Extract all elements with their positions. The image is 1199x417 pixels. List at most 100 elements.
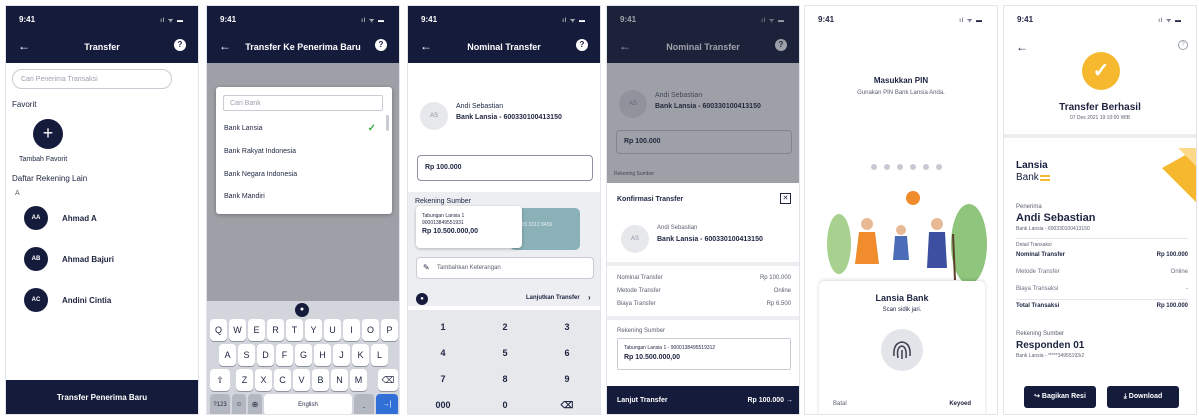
divider	[607, 262, 799, 266]
key-p[interactable]: P	[381, 319, 398, 341]
key-q[interactable]: Q	[210, 319, 227, 341]
numpad-key[interactable]: 0	[476, 392, 534, 414]
key-k[interactable]: K	[352, 344, 369, 366]
contact-item[interactable]: AA Ahmad A	[6, 202, 198, 232]
numpad-key[interactable]: 2	[476, 314, 534, 340]
key-m[interactable]: M	[350, 369, 367, 391]
screen-confirm-transfer: 9:41 ıl ᯤ ▬ ← Nominal Transfer ? AS Andi…	[606, 5, 800, 415]
source-account-card[interactable]: Tabungan Lansia 1 900013849551931 Rp 10.…	[416, 206, 522, 248]
search-placeholder: Cari Penerima Transaksi	[21, 76, 98, 83]
key-space[interactable]: English	[264, 394, 352, 414]
key-z[interactable]: Z	[236, 369, 253, 391]
bank-search-input[interactable]: Cari Bank	[223, 95, 383, 111]
emoji-icon[interactable]: ☺	[232, 394, 246, 414]
pin-dot	[884, 164, 890, 170]
key-a[interactable]: A	[219, 344, 236, 366]
bank-option[interactable]: Bank Negara Indonesia	[216, 165, 382, 187]
person-head	[896, 225, 906, 235]
download-button[interactable]: ⤓ Download	[1107, 386, 1179, 408]
continue-transfer-button[interactable]: Lanjut Transfer Rp 100.000 →	[607, 386, 799, 414]
key-numbers[interactable]: ?123	[210, 394, 230, 414]
numpad-key[interactable]: 1	[414, 314, 472, 340]
key-enter[interactable]: →|	[376, 394, 398, 414]
key-g[interactable]: G	[295, 344, 312, 366]
fingerprint-icon[interactable]	[881, 329, 923, 371]
key-d[interactable]: D	[257, 344, 274, 366]
status-time: 9:41	[421, 15, 438, 24]
fingerprint-sheet: Lansia Bank Scan sidik jari. Batal Keyoe…	[819, 281, 985, 414]
globe-icon[interactable]: ⊕	[248, 394, 262, 414]
key-l[interactable]: L	[371, 344, 388, 366]
share-receipt-button[interactable]: ↪ Bagikan Resi	[1024, 386, 1096, 408]
add-favorite-button[interactable]: +	[33, 119, 63, 149]
numpad-key[interactable]: 3	[538, 314, 596, 340]
key-t[interactable]: T	[286, 319, 303, 341]
amount-value: Rp 100.000	[425, 164, 462, 171]
contact-item[interactable]: AB Ahmad Bajuri	[6, 243, 198, 273]
numpad-key[interactable]: 7	[414, 366, 472, 392]
key-y[interactable]: Y	[305, 319, 322, 341]
key-h[interactable]: H	[314, 344, 331, 366]
key-c[interactable]: C	[274, 369, 291, 391]
key-n[interactable]: N	[331, 369, 348, 391]
numpad-key[interactable]: 9	[538, 366, 596, 392]
key-delete[interactable]: ⌫	[378, 369, 398, 391]
help-icon[interactable]: ?	[576, 39, 588, 51]
numpad-key[interactable]: 5	[476, 340, 534, 366]
cancel-button[interactable]: Batal	[833, 401, 847, 407]
bank-option[interactable]: Bank Rakyat Indonesia	[216, 142, 382, 164]
plus-icon: +	[42, 123, 54, 143]
contact-name: Ahmad A	[62, 214, 97, 223]
fingerprint-glyph	[893, 341, 911, 359]
note-input[interactable]: ✎ Tambahkan Keterangan	[416, 257, 594, 279]
key-f[interactable]: F	[276, 344, 293, 366]
key-b[interactable]: B	[312, 369, 329, 391]
key-i[interactable]: I	[343, 319, 360, 341]
key-x[interactable]: X	[255, 369, 272, 391]
mic-icon[interactable]: ●	[295, 303, 309, 317]
numpad-key[interactable]: 000	[414, 392, 472, 414]
key-shift[interactable]: ⇧	[210, 369, 230, 391]
contact-item[interactable]: AC Andini Cintia	[6, 284, 198, 314]
brand-line2: Bank	[1016, 172, 1039, 183]
key-r[interactable]: R	[267, 319, 284, 341]
key-e[interactable]: E	[248, 319, 265, 341]
key-j[interactable]: J	[333, 344, 350, 366]
contact-name: Andini Cintia	[62, 296, 112, 305]
other-accounts-label: Daftar Rekening Lain	[12, 174, 88, 183]
key-s[interactable]: S	[238, 344, 255, 366]
bank-option-selected[interactable]: Bank Lansia ✓	[216, 119, 382, 141]
help-icon[interactable]: ?	[375, 39, 387, 51]
back-icon[interactable]: ←	[1016, 40, 1028, 54]
detail-value: Rp 100.000	[759, 275, 791, 281]
key-period[interactable]: .	[354, 394, 374, 414]
receipt-row: Metode Transfer Online	[1016, 269, 1188, 283]
search-input[interactable]: Cari Penerima Transaksi	[12, 69, 172, 89]
key-w[interactable]: W	[229, 319, 246, 341]
download-icon: ⤓	[1123, 393, 1127, 400]
pin-dots[interactable]	[871, 164, 951, 172]
close-icon[interactable]: ✕	[780, 193, 791, 204]
key-u[interactable]: U	[324, 319, 341, 341]
scrollbar[interactable]	[386, 115, 389, 131]
source-label: Rekening Sumber	[415, 198, 472, 205]
key-o[interactable]: O	[362, 319, 379, 341]
help-icon[interactable]: ?	[1178, 40, 1188, 50]
amount-input[interactable]: Rp 100.000	[417, 155, 593, 181]
numpad-key[interactable]: 8	[476, 366, 534, 392]
help-icon[interactable]: ?	[174, 39, 186, 51]
new-recipient-button[interactable]: Transfer Penerima Baru	[6, 380, 198, 414]
receipt-row: Nominal Transfer Rp 100.000	[1016, 252, 1188, 266]
detail-label: Biaya Transfer	[617, 301, 656, 307]
key-v[interactable]: V	[293, 369, 310, 391]
bank-option[interactable]: Bank Mandiri	[216, 187, 382, 209]
keyword-button[interactable]: Keyoed	[949, 401, 971, 407]
receipt-row-label: Metode Transfer	[1016, 269, 1060, 275]
numpad-key[interactable]: 6	[538, 340, 596, 366]
continue-transfer-link[interactable]: Lanjutkan Transfer	[526, 295, 580, 301]
numpad-key[interactable]: 4	[414, 340, 472, 366]
numpad-delete-key[interactable]: ⌫	[538, 392, 596, 414]
mic-icon[interactable]: ●	[416, 293, 428, 305]
bank-name: Bank Rakyat Indonesia	[224, 148, 296, 155]
recipient-name: Andi Sebastian	[657, 225, 698, 231]
